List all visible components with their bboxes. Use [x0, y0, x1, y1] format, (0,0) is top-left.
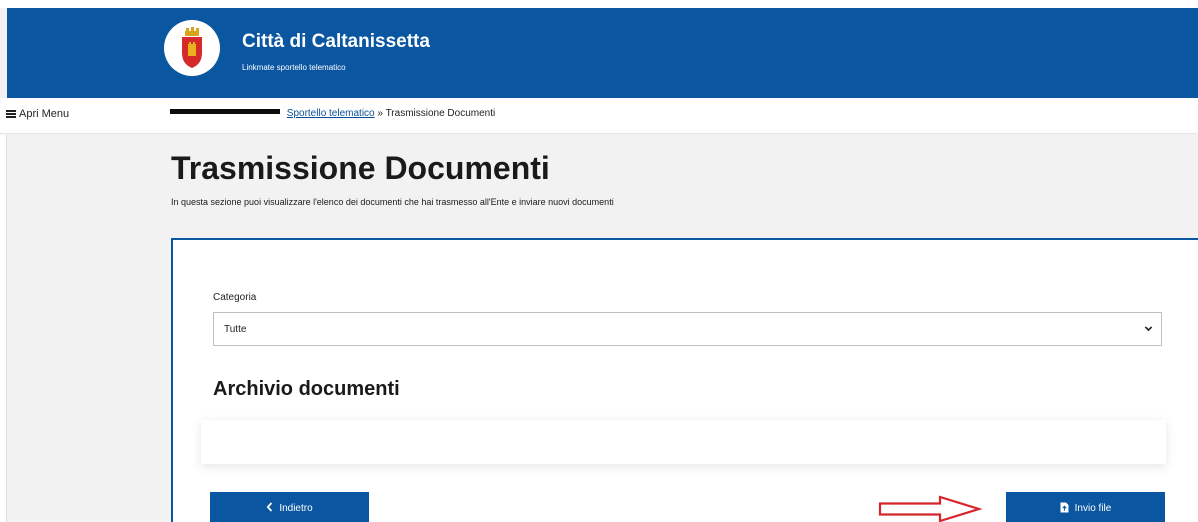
send-file-button-label: Invio file	[1074, 503, 1112, 514]
breadcrumb-link-sportello[interactable]: Sportello telematico	[287, 108, 375, 119]
file-upload-icon	[1060, 502, 1069, 513]
open-menu-button[interactable]: Apri Menu	[6, 108, 69, 120]
redacted-breadcrumb-item	[170, 109, 280, 115]
breadcrumb: Sportello telematico » Trasmissione Docu…	[170, 108, 495, 119]
city-crest-logo[interactable]	[164, 20, 220, 76]
documents-card: Categoria Tutte Archivio documenti Indie…	[171, 238, 1198, 522]
breadcrumb-separator: »	[377, 108, 383, 119]
page-title: Trasmissione Documenti	[171, 150, 550, 186]
site-subtitle: Linkmate sportello telematico	[242, 63, 346, 72]
document-archive-list	[201, 420, 1166, 464]
chevron-left-icon	[266, 502, 273, 512]
hamburger-icon	[6, 110, 16, 119]
send-file-button[interactable]: Invio file	[1006, 492, 1165, 522]
left-rail	[0, 135, 7, 522]
category-label: Categoria	[213, 292, 257, 303]
back-button[interactable]: Indietro	[210, 492, 369, 522]
category-select[interactable]: Tutte	[213, 312, 1162, 346]
open-menu-label: Apri Menu	[19, 108, 70, 120]
navigation-bar: Apri Menu Sportello telematico » Trasmis…	[0, 98, 1198, 134]
chevron-down-icon	[1144, 326, 1153, 332]
site-title[interactable]: Città di Caltanissetta	[242, 31, 430, 53]
back-button-label: Indietro	[279, 503, 313, 514]
top-strip	[0, 0, 1198, 8]
annotation-arrow-icon	[878, 495, 983, 522]
city-crest-icon	[182, 27, 202, 68]
category-select-value: Tutte	[224, 324, 247, 335]
page-description: In questa sezione puoi visualizzare l'el…	[171, 197, 614, 207]
archive-title: Archivio documenti	[213, 378, 400, 400]
breadcrumb-current: Trasmissione Documenti	[385, 108, 496, 119]
